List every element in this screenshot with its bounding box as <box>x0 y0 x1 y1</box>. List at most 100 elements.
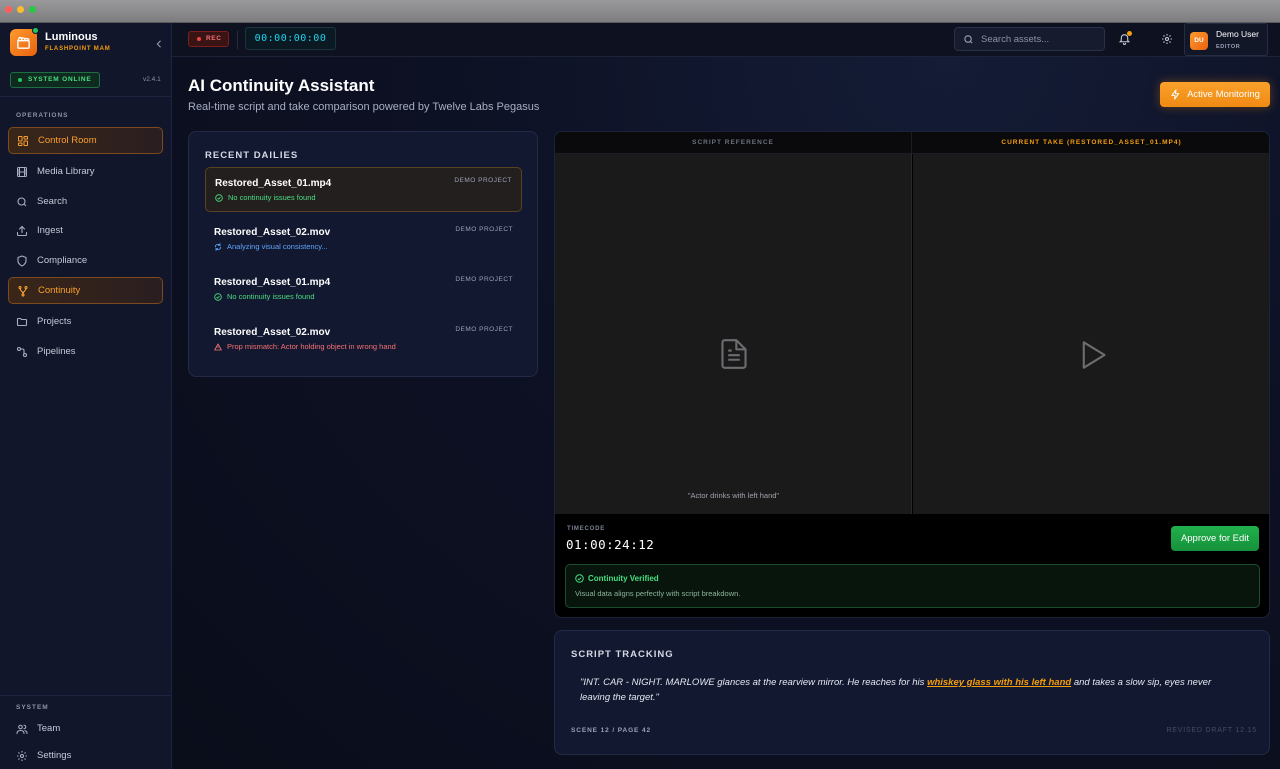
sidebar: Luminous FLASHPOINT MAM SYSTEM ONLINE v2… <box>0 23 172 769</box>
daily-project: DEMO PROJECT <box>454 177 512 184</box>
daily-status: Prop mismatch: Actor holding object in w… <box>214 342 396 351</box>
folder-icon <box>16 316 28 328</box>
daily-item[interactable]: Restored_Asset_01.mp4 DEMO PROJECT No co… <box>205 267 522 312</box>
gear-icon <box>16 750 28 762</box>
collapse-sidebar-button[interactable] <box>153 39 165 51</box>
active-monitoring-button[interactable]: Active Monitoring <box>1160 82 1270 107</box>
user-menu[interactable]: DU Demo User EDITOR <box>1184 23 1268 56</box>
approve-for-edit-button[interactable]: Approve for Edit <box>1171 526 1259 551</box>
workflow-icon <box>16 346 28 358</box>
daily-item[interactable]: Restored_Asset_02.mov DEMO PROJECT Analy… <box>205 217 522 262</box>
brand-name: Luminous <box>45 31 98 43</box>
daily-status-text: No continuity issues found <box>227 292 315 301</box>
system-section-label: SYSTEM <box>16 704 49 711</box>
sidebar-item-media-library[interactable]: Media Library <box>8 158 163 185</box>
recent-dailies-panel: RECENT DAILIES Restored_Asset_01.mp4 DEM… <box>188 131 538 377</box>
sidebar-item-pipelines[interactable]: Pipelines <box>8 338 163 365</box>
sidebar-item-label: Ingest <box>37 225 63 236</box>
sidebar-item-label: Team <box>37 723 61 734</box>
daily-status-text: Analyzing visual consistency... <box>227 242 328 251</box>
daily-status-text: Prop mismatch: Actor holding object in w… <box>227 342 396 351</box>
layout-grid-icon <box>17 135 29 147</box>
search-box[interactable] <box>954 27 1105 51</box>
daily-filename: Restored_Asset_02.mov <box>214 327 331 338</box>
divider <box>0 96 172 97</box>
sidebar-item-label: Pipelines <box>37 346 76 357</box>
window-minimize-button[interactable] <box>17 6 24 13</box>
sidebar-item-compliance[interactable]: Compliance <box>8 247 163 274</box>
search-icon <box>964 35 973 44</box>
sidebar-item-label: Projects <box>37 316 72 327</box>
verified-body: Visual data aligns perfectly with script… <box>575 589 741 598</box>
document-icon <box>721 339 747 369</box>
window-titlebar <box>0 0 1280 23</box>
daily-filename: Restored_Asset_01.mp4 <box>215 178 332 189</box>
continuity-verified-banner: Continuity Verified Visual data aligns p… <box>565 564 1260 608</box>
sidebar-item-control-room[interactable]: Control Room <box>8 127 163 154</box>
search-input[interactable] <box>981 31 1099 47</box>
daily-item[interactable]: Restored_Asset_01.mp4 DEMO PROJECT No co… <box>205 167 522 212</box>
gear-icon[interactable] <box>1161 33 1173 45</box>
window-close-button[interactable] <box>5 6 12 13</box>
search-icon <box>16 196 28 208</box>
daily-status: No continuity issues found <box>215 193 316 202</box>
comparison-viewer: SCRIPT REFERENCE CURRENT TAKE (RESTORED_… <box>554 131 1270 618</box>
sidebar-item-label: Continuity <box>38 285 81 296</box>
window-zoom-button[interactable] <box>29 6 36 13</box>
version-label: v2.4.1 <box>143 76 161 83</box>
avatar: DU <box>1190 32 1208 50</box>
script-tracking-heading: SCRIPT TRACKING <box>571 649 674 660</box>
system-status-badge: SYSTEM ONLINE <box>10 72 100 88</box>
notification-badge <box>1127 31 1132 36</box>
daily-project: DEMO PROJECT <box>455 326 513 333</box>
main-content: AI Continuity Assistant Real-time script… <box>172 57 1280 769</box>
take-timecode: 01:00:24:12 <box>566 537 655 552</box>
draft-label: REVISED DRAFT 12.15 <box>1166 727 1257 734</box>
sidebar-item-label: Media Library <box>37 166 95 177</box>
divider <box>237 31 238 49</box>
daily-filename: Restored_Asset_02.mov <box>214 227 331 238</box>
verified-title: Continuity Verified <box>588 574 659 583</box>
current-take-pane[interactable] <box>913 154 1269 514</box>
film-icon <box>16 166 28 178</box>
sidebar-item-label: Settings <box>37 750 72 761</box>
sidebar-item-settings[interactable]: Settings <box>8 742 163 769</box>
sidebar-item-label: Search <box>37 196 68 207</box>
operations-section-label: OPERATIONS <box>16 112 69 119</box>
sidebar-item-ingest[interactable]: Ingest <box>8 217 163 244</box>
alert-triangle-icon <box>214 343 222 350</box>
script-reference-caption: "Actor drinks with left hand" <box>687 491 780 500</box>
sidebar-item-team[interactable]: Team <box>8 715 163 742</box>
daily-filename: Restored_Asset_01.mp4 <box>214 277 331 288</box>
script-highlight[interactable]: whiskey glass with his left hand <box>927 677 1071 688</box>
sidebar-item-continuity[interactable]: Continuity <box>8 277 163 304</box>
script-reference-heading: SCRIPT REFERENCE <box>555 132 912 154</box>
sidebar-item-search[interactable]: Search <box>8 188 163 215</box>
master-timecode: 00:00:00:00 <box>245 27 336 50</box>
users-icon <box>16 723 28 735</box>
script-reference-pane: "Actor drinks with left hand" <box>555 154 912 514</box>
user-role: EDITOR <box>1216 44 1241 50</box>
online-indicator <box>32 27 39 34</box>
sidebar-item-label: Compliance <box>37 255 88 266</box>
rec-indicator[interactable]: REC <box>188 31 229 47</box>
daily-item[interactable]: Restored_Asset_02.mov DEMO PROJECT Prop … <box>205 317 522 362</box>
monitor-button-label: Active Monitoring <box>1187 89 1260 100</box>
daily-status: No continuity issues found <box>214 292 315 301</box>
sidebar-item-projects[interactable]: Projects <box>8 308 163 335</box>
check-circle-icon <box>214 292 222 301</box>
sidebar-item-label: Control Room <box>38 135 97 146</box>
play-icon[interactable] <box>1079 340 1107 370</box>
chevron-left-icon <box>156 40 161 48</box>
refresh-icon <box>214 242 222 251</box>
daily-project: DEMO PROJECT <box>455 276 513 283</box>
current-take-heading: CURRENT TAKE (RESTORED_ASSET_01.MP4) <box>912 132 1269 154</box>
brand: Luminous FLASHPOINT MAM <box>10 27 165 61</box>
brand-subtitle: FLASHPOINT MAM <box>45 46 111 52</box>
timecode-label: TIMECODE <box>567 526 606 532</box>
zap-icon <box>1171 89 1180 100</box>
daily-project: DEMO PROJECT <box>455 226 513 233</box>
user-name: Demo User <box>1216 29 1259 39</box>
daily-status: Analyzing visual consistency... <box>214 242 328 251</box>
upload-icon <box>16 225 28 237</box>
